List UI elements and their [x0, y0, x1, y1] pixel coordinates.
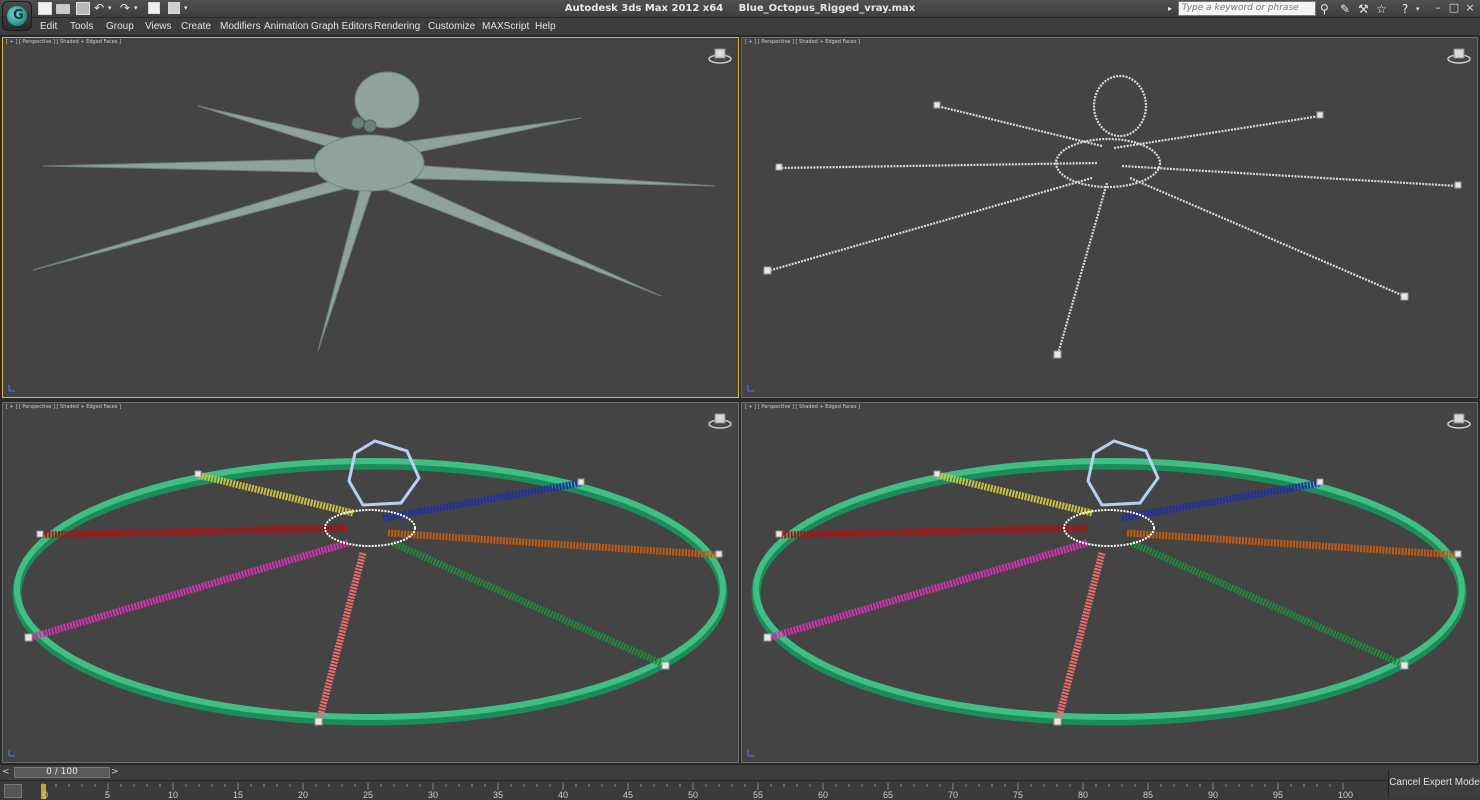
tick-label: 5: [105, 790, 111, 800]
octopus-rig-model[interactable]: [742, 403, 1478, 763]
tick-label: 100: [1338, 790, 1354, 800]
app-logo-icon: G: [7, 6, 27, 26]
tick-label: 55: [753, 790, 764, 800]
maximize-button[interactable]: □: [1446, 1, 1462, 15]
menu-group[interactable]: Group: [106, 21, 134, 32]
viewport-bottom-right[interactable]: [ + ] [ Perspective ] [ Shaded + Edged F…: [741, 402, 1478, 763]
menu-tools[interactable]: Tools: [70, 21, 93, 32]
track-bar[interactable]: 0 5 10 15 20 25 30 35 40 45 50 55 60 65 …: [0, 780, 1480, 800]
tick-label: 65: [883, 790, 894, 800]
menu-create[interactable]: Create: [181, 21, 211, 32]
viewport-top-right[interactable]: [ + ] [ Perspective ] [ Shaded + Edged F…: [741, 37, 1478, 398]
track-bar-ruler[interactable]: 0 5 10 15 20 25 30 35 40 45 50 55 60 65 …: [40, 781, 1354, 800]
menu-customize[interactable]: Customize: [428, 21, 475, 32]
tick-label: 25: [363, 790, 374, 800]
menu-maxscript[interactable]: MAXScript: [482, 21, 529, 32]
search-input[interactable]: Type a keyword or phrase: [1178, 1, 1316, 16]
new-file-icon[interactable]: [38, 2, 52, 15]
tick-label: 35: [493, 790, 504, 800]
redo-dropdown-icon[interactable]: ▾: [134, 0, 138, 17]
time-slider[interactable]: < 0 / 100 >: [0, 764, 1480, 780]
tick-label: 0: [43, 790, 49, 800]
close-button[interactable]: ×: [1462, 1, 1478, 15]
tick-label: 85: [1143, 790, 1154, 800]
menu-rendering[interactable]: Rendering: [374, 21, 420, 32]
redo-icon[interactable]: ↷: [120, 0, 130, 17]
octopus-shaded-model[interactable]: [3, 38, 739, 398]
open-file-icon[interactable]: [56, 4, 70, 14]
octopus-wireframe-model[interactable]: [742, 38, 1478, 398]
menu-graph-editors[interactable]: Graph Editors: [311, 21, 373, 32]
tick-label: 90: [1208, 790, 1219, 800]
time-slider-next-button[interactable]: >: [111, 767, 121, 778]
mini-curve-editor-icon[interactable]: [4, 784, 22, 798]
tick-label: 80: [1078, 790, 1089, 800]
menu-views[interactable]: Views: [145, 21, 172, 32]
help-dropdown-icon[interactable]: ▾: [1416, 1, 1420, 17]
binoculars-icon[interactable]: ⚲: [1320, 1, 1329, 17]
menu-animation[interactable]: Animation: [264, 21, 308, 32]
file-name: Blue_Octopus_Rigged_vray.max: [738, 3, 916, 14]
tick-label: 10: [168, 790, 179, 800]
viewport-top-left[interactable]: [ + ] [ Perspective ] [ Shaded + Edged F…: [2, 37, 739, 398]
tick-label: 20: [298, 790, 309, 800]
tick-label: 50: [688, 790, 699, 800]
subscription-icon[interactable]: ✎: [1340, 1, 1350, 17]
menu-edit[interactable]: Edit: [40, 21, 57, 32]
tick-label: 45: [623, 790, 634, 800]
tick-label: 70: [948, 790, 959, 800]
undo-icon[interactable]: ↶: [94, 0, 104, 17]
tick-label: 15: [233, 790, 244, 800]
tick-label: 95: [1273, 790, 1284, 800]
search-expand-icon[interactable]: ▸: [1168, 1, 1172, 17]
octopus-rig-model[interactable]: [3, 403, 739, 763]
tick-label: 75: [1013, 790, 1024, 800]
project-folder-icon[interactable]: [148, 2, 160, 14]
quick-access-dropdown-icon[interactable]: ▾: [184, 0, 188, 17]
time-slider-prev-button[interactable]: <: [2, 767, 12, 778]
menu-help[interactable]: Help: [535, 21, 556, 32]
tick-label: 40: [558, 790, 569, 800]
cancel-expert-mode-button[interactable]: Cancel Expert Mode: [1388, 770, 1480, 796]
viewport-bottom-left[interactable]: [ + ] [ Perspective ] [ Shaded + Edged F…: [2, 402, 739, 763]
menu-bar: Edit Tools Group Views Create Modifiers …: [0, 18, 1480, 36]
app-name: Autodesk 3ds Max 2012 x64: [564, 3, 724, 14]
menu-modifiers[interactable]: Modifiers: [220, 21, 261, 32]
tick-label: 30: [428, 790, 439, 800]
time-slider-thumb[interactable]: 0 / 100: [14, 767, 110, 778]
save-file-icon[interactable]: [76, 2, 90, 15]
application-menu-button[interactable]: G: [2, 1, 32, 31]
title-bar: G ↶ ▾ ↷ ▾ ▾ Autodesk 3ds Max 2012 x64 Bl…: [0, 0, 1480, 31]
minimize-button[interactable]: –: [1430, 1, 1446, 15]
workspace-icon[interactable]: [168, 2, 180, 14]
communication-center-icon[interactable]: ⚒: [1358, 1, 1369, 17]
help-icon[interactable]: ?: [1402, 1, 1408, 17]
favorites-star-icon[interactable]: ☆: [1376, 1, 1387, 17]
tick-label: 60: [818, 790, 829, 800]
undo-dropdown-icon[interactable]: ▾: [108, 0, 112, 17]
